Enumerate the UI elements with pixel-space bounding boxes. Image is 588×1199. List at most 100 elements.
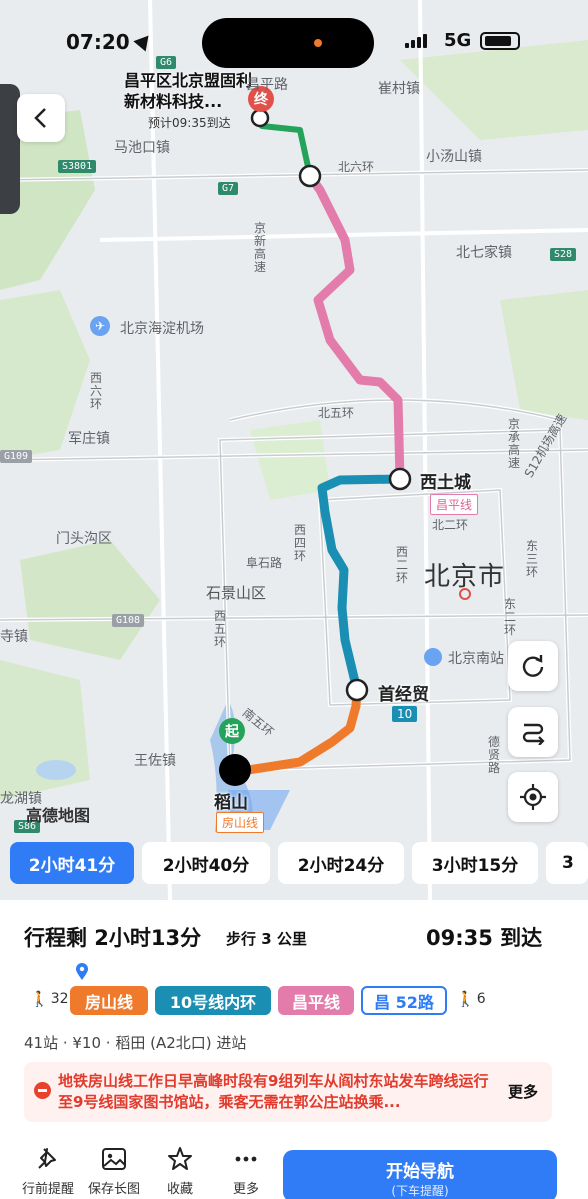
status-bar: 07:20 5G <box>0 0 588 70</box>
segment-fangshan-line[interactable]: 房山线 <box>70 986 148 1015</box>
map-label-machikou: 马池口镇 <box>114 140 170 156</box>
notice-more-link[interactable]: 更多 <box>508 1081 538 1102</box>
switch-route-button[interactable] <box>508 707 558 757</box>
refresh-button[interactable] <box>508 641 558 691</box>
network-type: 5G <box>444 30 472 51</box>
walk-icon: 🚶 <box>456 990 475 1008</box>
walk-icon: 🚶 <box>30 990 49 1008</box>
signal-icon <box>405 34 427 48</box>
dynamic-island <box>202 18 374 68</box>
star-icon <box>168 1147 192 1170</box>
road-badge-s28: S28 <box>550 248 577 261</box>
road-badge-g108: G108 <box>112 614 145 627</box>
map-label-changping: 昌平路 <box>246 77 288 93</box>
map-label-xiliuhuan: 西六环 <box>90 371 103 411</box>
favorite-button[interactable]: 收藏 <box>150 1146 210 1197</box>
route-options: 2小时41分 2小时40分 2小时24分 3小时15分 3 <box>0 842 588 890</box>
more-button[interactable]: 更多 <box>216 1146 276 1197</box>
line-tag-changping: 昌平线 <box>430 494 479 515</box>
route-tab-2[interactable]: 2小时40分 <box>142 842 270 884</box>
notice-text: 地铁房山线工作日早高峰时段有9组列车从阎村东站发车跨线运行至9号线国家图书馆站，… <box>58 1072 489 1111</box>
map-label-dongsanhuan: 东三环 <box>526 539 539 579</box>
remaining-time: 行程剩 2小时13分 <box>24 926 202 950</box>
walk-distance: 步行 3 公里 <box>226 930 307 948</box>
screen: 终 昌平区北京盟固利新材料科技... 预计09:35到达 昌平路 崔村镇 马池口… <box>0 0 588 1199</box>
pin-icon <box>38 1148 56 1169</box>
walk-end-value: 6 <box>476 991 486 1007</box>
save-image-label: 保存长图 <box>87 1182 140 1197</box>
destination-title[interactable]: 昌平区北京盟固利新材料科技... <box>124 70 264 112</box>
route-switch-icon <box>522 723 545 745</box>
road-badge-g7: G7 <box>218 182 239 195</box>
map-label-xiaotangshan: 小汤山镇 <box>426 149 482 165</box>
service-notice[interactable]: 地铁房山线工作日早高峰时段有9组列车从阎村东站发车跨线运行至9号线国家图书馆站，… <box>24 1062 552 1122</box>
remind-button[interactable]: 行前提醒 <box>18 1146 78 1197</box>
favorite-label: 收藏 <box>166 1182 193 1197</box>
map-label-shijingshan: 石景山区 <box>206 584 267 602</box>
segment-line10[interactable]: 10号线内环 <box>155 986 271 1015</box>
route-segments: 🚶 32 房山线 10号线内环 昌平线 昌 52路 🚶 6 <box>24 986 564 1016</box>
map-label-dongerhuan: 东二环 <box>504 597 517 637</box>
route-tab-3[interactable]: 2小时24分 <box>278 842 404 884</box>
destination-eta: 预计09:35到达 <box>148 116 231 130</box>
more-label: 更多 <box>232 1182 259 1197</box>
map-label-fushilu: 阜石路 <box>246 556 283 570</box>
airport-icon: ✈ <box>90 316 110 336</box>
alert-icon <box>34 1082 51 1099</box>
walk-segment-end: 🚶 6 <box>456 990 486 1008</box>
remind-label: 行前提醒 <box>21 1182 74 1197</box>
map-label-sijie: 寺镇 <box>0 629 28 645</box>
more-dots-icon <box>235 1156 257 1162</box>
map-label-beiqijia: 北七家镇 <box>456 245 512 261</box>
arrival-time: 09:35 到达 <box>426 926 543 950</box>
walk-segment-start: 🚶 32 <box>30 990 69 1008</box>
map-label-jingcheng: 京承高速 <box>508 417 521 470</box>
amap-logo: 高德地图 <box>26 806 91 825</box>
locate-icon <box>520 784 546 810</box>
locate-button[interactable] <box>508 772 558 822</box>
chevron-left-icon <box>34 108 46 128</box>
segment-bus[interactable]: 昌 52路 <box>361 986 447 1015</box>
map-label-beiwuhuan: 北五环 <box>318 406 355 420</box>
map-label-xierhuan: 西二环 <box>396 545 409 585</box>
route-tab-4[interactable]: 3小时15分 <box>412 842 538 884</box>
map-label-haidian-airport: 北京海淀机场 <box>120 321 204 337</box>
refresh-icon <box>522 655 544 677</box>
train-station-icon <box>424 648 442 666</box>
back-button[interactable] <box>17 94 65 142</box>
road-badge-s3801: S3801 <box>58 160 97 173</box>
station-xitucheng[interactable]: 西土城 <box>420 468 471 493</box>
image-icon <box>102 1148 126 1170</box>
route-details: 41站 · ¥10 · 稻田 (A2北口) 进站 <box>24 1034 247 1052</box>
map-label-beijingnan: 北京南站 <box>448 651 504 667</box>
line-tag-10: 10 <box>392 706 418 722</box>
save-image-button[interactable]: 保存长图 <box>84 1146 144 1197</box>
start-navigation-button[interactable]: 开始导航 (下车提醒) <box>283 1150 557 1199</box>
recording-dot-icon <box>314 39 322 47</box>
map-label-jingxin: 京新高速 <box>254 221 267 274</box>
map-label-depinghu: 德贤路 <box>488 735 501 775</box>
map-label-junzhuang: 军庄镇 <box>68 431 110 447</box>
location-pin-icon <box>76 963 88 980</box>
station-shoujingmao[interactable]: 首经贸 <box>378 680 429 705</box>
station-start[interactable]: 稻山 <box>214 788 248 813</box>
map-label-xiwuhuan: 西五环 <box>214 609 227 649</box>
walk-start-value: 32 <box>50 991 69 1007</box>
map[interactable]: 终 昌平区北京盟固利新材料科技... 预计09:35到达 昌平路 崔村镇 马池口… <box>0 0 588 900</box>
start-badge: 起 <box>219 718 245 744</box>
location-arrow-icon <box>133 30 155 52</box>
map-label-beierhuan: 北二环 <box>432 518 469 532</box>
map-label-mentougou: 门头沟区 <box>56 531 112 547</box>
route-tab-5[interactable]: 3 <box>546 842 588 884</box>
start-navigation-label: 开始导航 <box>386 1162 454 1182</box>
route-tab-1[interactable]: 2小时41分 <box>10 842 134 884</box>
line-tag-fangshan: 房山线 <box>216 812 265 833</box>
segment-changping-line[interactable]: 昌平线 <box>278 986 354 1015</box>
map-label-cuicun: 崔村镇 <box>378 81 420 97</box>
route-detail-sheet[interactable]: 行程剩 2小时13分 步行 3 公里 09:35 到达 🚶 32 房山线 10号… <box>0 900 588 1199</box>
start-navigation-sublabel: (下车提醒) <box>391 1184 449 1198</box>
action-bar: 行前提醒 保存长图 收藏 更多 开始导航 (下车提醒) <box>0 1138 588 1199</box>
city-center-icon <box>459 588 471 600</box>
battery-icon <box>480 32 520 50</box>
map-label-xisihuan: 西四环 <box>294 523 307 563</box>
